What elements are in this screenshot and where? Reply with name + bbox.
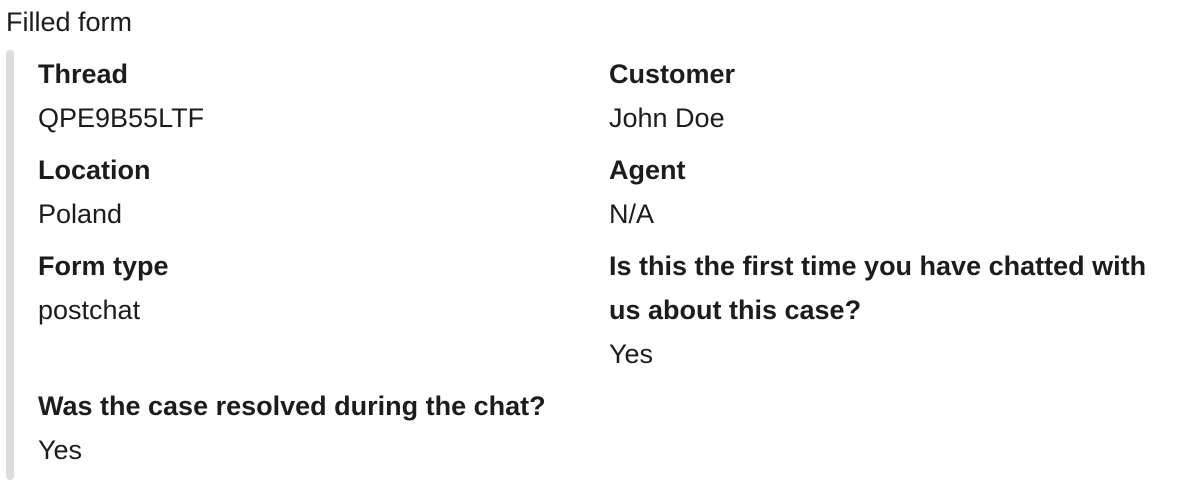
field-location-label: Location xyxy=(38,155,151,185)
field-customer: Customer John Doe xyxy=(609,52,1169,140)
form-heading: Filled form xyxy=(6,7,133,37)
field-customer-value: John Doe xyxy=(609,103,725,133)
field-thread: Thread QPE9B55LTF xyxy=(38,52,598,140)
form-fields: Thread QPE9B55LTF Customer John Doe Loca… xyxy=(38,50,1188,480)
field-first-time: Is this the first time you have chatted … xyxy=(609,244,1169,376)
field-customer-label: Customer xyxy=(609,59,736,89)
field-agent: Agent N/A xyxy=(609,148,1169,236)
field-agent-label: Agent xyxy=(609,155,686,185)
field-form-type: Form type postchat xyxy=(38,244,598,332)
field-first-time-value: Yes xyxy=(609,339,654,369)
field-form-type-label: Form type xyxy=(38,251,169,281)
attachment-accent-bar xyxy=(6,50,14,480)
field-thread-value: QPE9B55LTF xyxy=(38,103,205,133)
field-resolved-value: Yes xyxy=(38,435,83,465)
field-resolved: Was the case resolved during the chat? Y… xyxy=(38,384,838,472)
field-agent-value: N/A xyxy=(609,199,655,229)
form-attachment: Thread QPE9B55LTF Customer John Doe Loca… xyxy=(6,50,1194,480)
field-location-value: Poland xyxy=(38,199,123,229)
field-thread-label: Thread xyxy=(38,59,129,89)
field-form-type-value: postchat xyxy=(38,295,141,325)
field-location: Location Poland xyxy=(38,148,598,236)
field-resolved-label: Was the case resolved during the chat? xyxy=(38,391,546,421)
field-first-time-label: Is this the first time you have chatted … xyxy=(609,251,1147,325)
